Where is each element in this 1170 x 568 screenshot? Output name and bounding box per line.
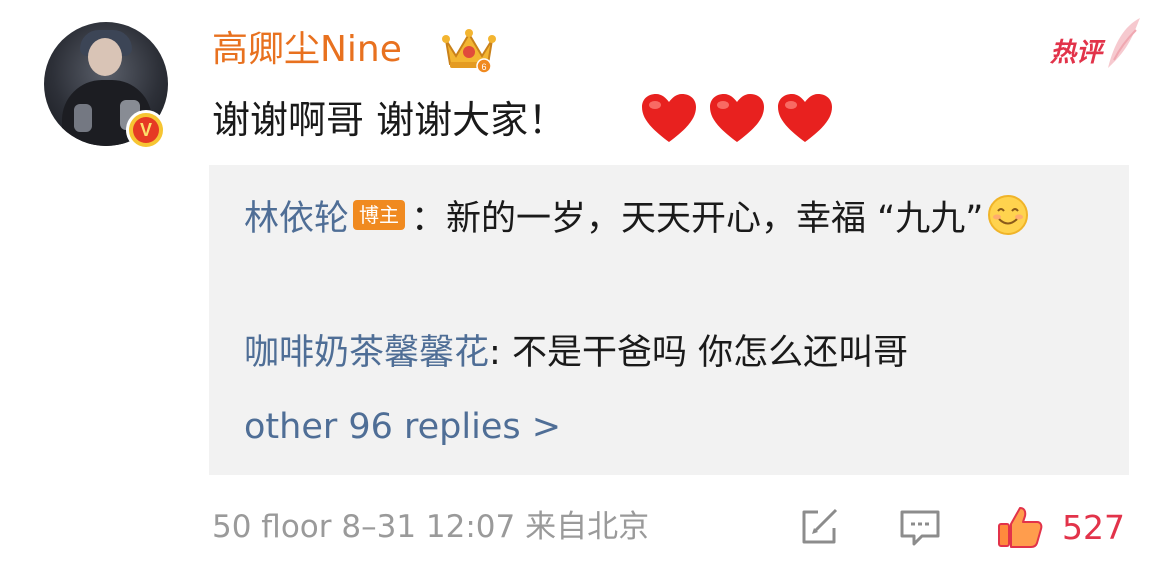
- crown-icon: 6: [442, 29, 496, 74]
- avatar-detail: [74, 104, 92, 132]
- reply-item[interactable]: 林依轮 博主 ：新的一岁，天天开心，幸福 “九九”: [244, 192, 1084, 246]
- heart-icon: [710, 94, 764, 142]
- reply-text: 新的一岁，天天开心，幸福 “九九”: [446, 199, 984, 239]
- hot-feather-icon: [1108, 18, 1140, 68]
- svg-text:6: 6: [481, 62, 486, 72]
- smile-icon: [988, 195, 1029, 235]
- blogger-tag: 博主: [353, 200, 406, 230]
- comment-text: 谢谢啊哥 谢谢大家！: [212, 98, 567, 142]
- like-count: 527: [1062, 507, 1125, 547]
- verified-badge: V: [126, 110, 166, 150]
- repost-icon: [802, 508, 838, 544]
- reply-item[interactable]: 咖啡奶茶馨馨花: 不是干爸吗 你怎么还叫哥: [244, 326, 908, 380]
- reply-separator: ：: [411, 199, 447, 239]
- reply-author[interactable]: 林依轮: [244, 199, 349, 239]
- reply-author[interactable]: 咖啡奶茶馨馨花: [244, 333, 489, 373]
- comment-button[interactable]: [898, 504, 942, 550]
- like-button[interactable]: 527: [996, 504, 1125, 550]
- hot-comment-label: 热评: [1050, 38, 1103, 68]
- avatar-face: [88, 38, 122, 76]
- more-replies-link[interactable]: other 96 replies >: [244, 400, 561, 454]
- repost-button[interactable]: [798, 504, 840, 550]
- verified-badge-label: V: [133, 117, 159, 143]
- floor-number: 50 floor: [212, 509, 332, 545]
- thumbs-up-icon: [998, 507, 1043, 548]
- comment-meta: 50 floor 8–31 12:07 来自北京: [212, 504, 649, 550]
- reply-separator: :: [489, 333, 512, 373]
- timestamp: 8–31 12:07: [341, 509, 516, 545]
- heart-emojis: [640, 92, 834, 144]
- location: 来自北京: [525, 509, 650, 545]
- heart-icon: [778, 94, 832, 142]
- reply-text: 不是干爸吗 你怎么还叫哥: [511, 333, 909, 373]
- heart-icon: [642, 94, 696, 142]
- comment-icon: [900, 510, 940, 546]
- username[interactable]: 高卿尘Nine: [212, 26, 402, 74]
